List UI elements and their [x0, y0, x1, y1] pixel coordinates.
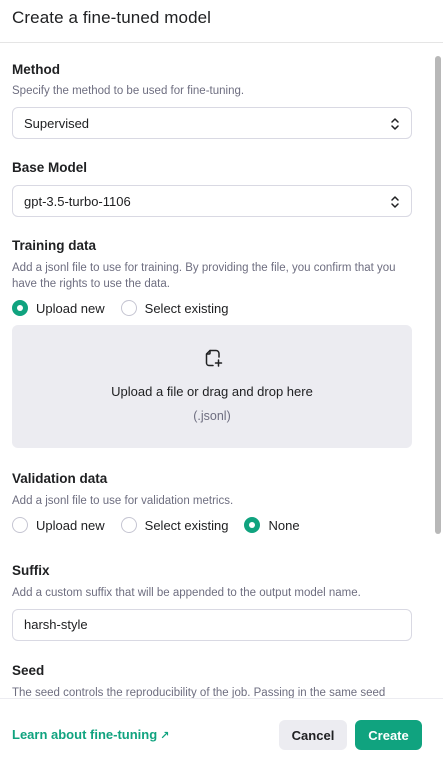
training-select-existing-radio[interactable]: Select existing: [120, 300, 229, 316]
learn-fine-tuning-link[interactable]: Learn about fine-tuning ↗: [12, 727, 169, 742]
seed-description: The seed controls the reproducibility of…: [12, 687, 386, 698]
scrollbar-thumb[interactable]: [435, 56, 441, 534]
radio-label: Upload new: [36, 300, 105, 316]
base-model-select[interactable]: gpt-3.5-turbo-1106: [12, 185, 412, 217]
learn-link-text: Learn about fine-tuning: [12, 727, 158, 742]
chevron-up-down-icon: [391, 196, 399, 208]
radio-label: None: [268, 517, 300, 533]
validation-data-label: Validation data: [12, 471, 108, 486]
training-data-label: Training data: [12, 238, 97, 253]
dialog-title: Create a fine-tuned model: [12, 8, 212, 27]
radio-unchecked-icon: [120, 300, 137, 316]
form-scroll-area[interactable]: Method Specify the method to be used for…: [0, 43, 443, 698]
method-label: Method: [12, 62, 60, 77]
suffix-field[interactable]: [12, 609, 412, 641]
validation-select-existing-radio[interactable]: Select existing: [120, 517, 229, 533]
validation-data-description: Add a jsonl file to use for validation m…: [12, 495, 234, 507]
method-select-value: Supervised: [24, 116, 90, 131]
radio-label: Select existing: [144, 300, 229, 316]
radio-checked-icon: [12, 300, 28, 316]
cancel-button[interactable]: Cancel: [279, 720, 347, 750]
suffix-label: Suffix: [12, 563, 50, 578]
create-button[interactable]: Create: [355, 720, 422, 750]
dialog-header: Create a fine-tuned model: [0, 0, 443, 43]
radio-label: Select existing: [144, 517, 229, 533]
radio-label: Upload new: [36, 517, 105, 533]
suffix-input[interactable]: [24, 617, 404, 632]
dropzone-text: Upload a file or drag and drop here: [111, 384, 313, 399]
validation-upload-new-radio[interactable]: Upload new: [12, 517, 105, 533]
validation-data-radio-group: Upload new Select existing None: [12, 515, 316, 535]
dropzone-file-type-hint: (.jsonl): [193, 409, 231, 423]
radio-unchecked-icon: [12, 517, 28, 533]
training-data-radio-group: Upload new Select existing: [12, 298, 244, 318]
base-model-label: Base Model: [12, 160, 88, 175]
training-upload-new-radio[interactable]: Upload new: [12, 300, 105, 316]
upload-file-icon: [205, 349, 223, 367]
external-arrow-icon: ↗: [160, 730, 170, 742]
training-data-description: Add a jsonl file to use for training. By…: [12, 262, 396, 290]
method-select[interactable]: Supervised: [12, 107, 412, 139]
seed-label: Seed: [12, 663, 45, 678]
base-model-select-value: gpt-3.5-turbo-1106: [24, 194, 131, 209]
suffix-description: Add a custom suffix that will be appende…: [12, 587, 361, 599]
chevron-up-down-icon: [391, 118, 399, 130]
validation-none-radio[interactable]: None: [244, 517, 300, 533]
training-file-dropzone[interactable]: Upload a file or drag and drop here (.js…: [12, 325, 412, 448]
dialog-footer: Learn about fine-tuning ↗ Cancel Create: [0, 698, 443, 760]
method-description: Specify the method to be used for fine-t…: [12, 85, 245, 97]
radio-unchecked-icon: [120, 517, 137, 533]
radio-checked-icon: [244, 517, 261, 533]
